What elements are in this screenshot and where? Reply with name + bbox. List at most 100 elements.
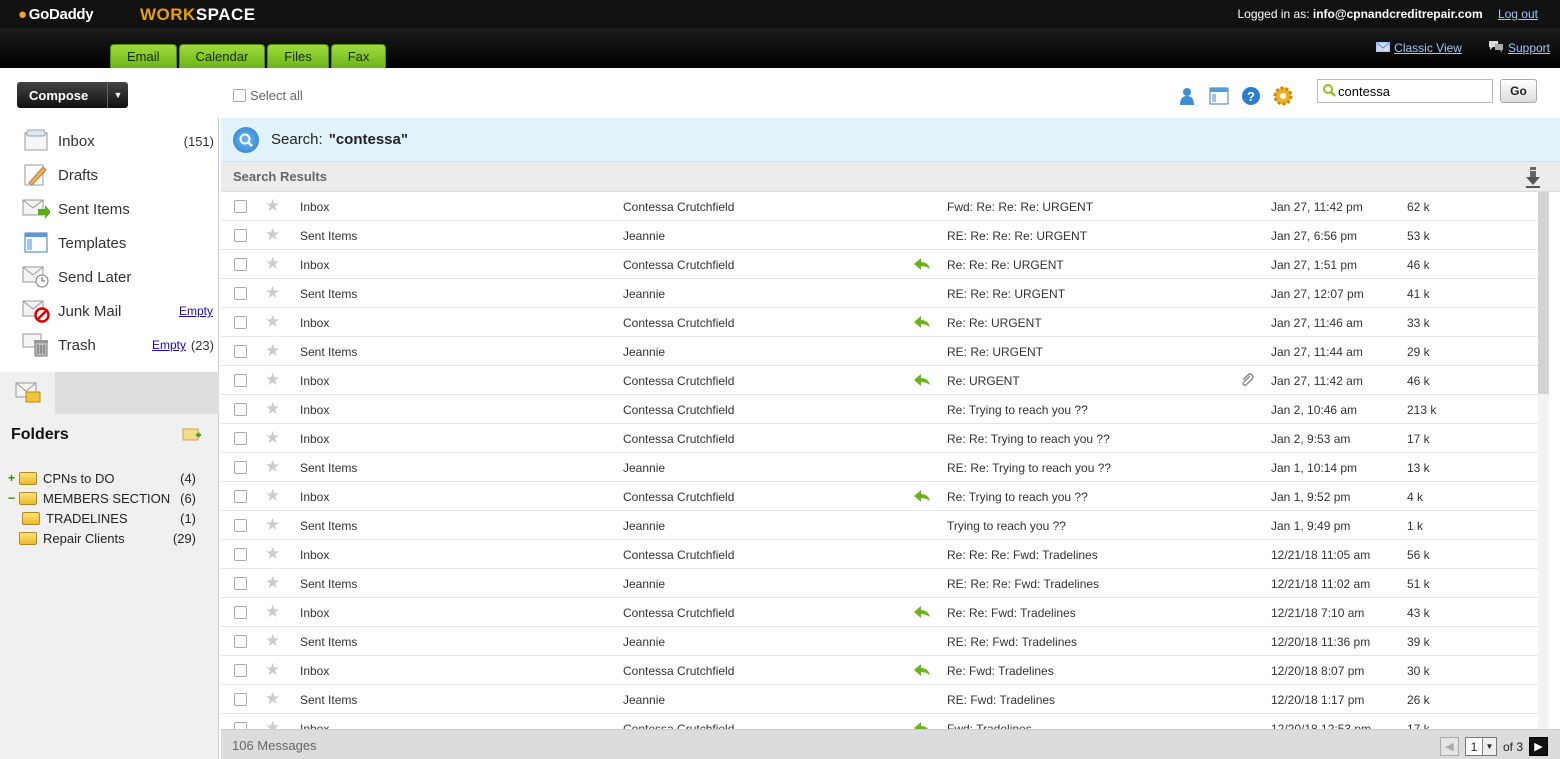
compose-button[interactable]: Compose ▼ — [17, 82, 128, 108]
contacts-icon[interactable] — [1176, 85, 1198, 107]
row-checkbox[interactable] — [234, 664, 247, 677]
star-icon[interactable]: ★ — [265, 225, 280, 245]
empty-folder-link[interactable]: Empty — [152, 338, 186, 352]
folder-item[interactable]: Repair Clients (29) — [8, 528, 208, 548]
message-row[interactable]: ★ Sent Items Jeannie RE: Re: URGENT Jan 27, … — [221, 337, 1549, 366]
message-row[interactable]: ★ Sent Items Jeannie Trying to reach you ??… — [221, 511, 1549, 540]
add-folder-icon[interactable] — [182, 426, 202, 445]
star-icon[interactable]: ★ — [265, 718, 280, 729]
star-icon[interactable]: ★ — [265, 370, 280, 390]
help-icon[interactable]: ? — [1240, 85, 1262, 107]
tab-calendar[interactable]: Calendar — [178, 44, 266, 68]
sidebar-item-junk-mail[interactable]: Junk Mail Empty — [0, 294, 218, 328]
folder-item[interactable]: + CPNs to DO (4) — [8, 468, 208, 488]
row-checkbox[interactable] — [234, 519, 247, 532]
message-row[interactable]: ★ Inbox Contessa Crutchfield Re: Re: Re: UR… — [221, 250, 1549, 279]
star-icon[interactable]: ★ — [265, 428, 280, 448]
message-row[interactable]: ★ Inbox Contessa Crutchfield Re: URGENT Jan … — [221, 366, 1549, 395]
star-icon[interactable]: ★ — [265, 254, 280, 274]
classic-view-link[interactable]: Classic View — [1376, 40, 1462, 55]
search-input[interactable] — [1338, 83, 1488, 99]
message-row[interactable]: ★ Inbox Contessa Crutchfield Re: Trying to … — [221, 482, 1549, 511]
tab-files[interactable]: Files — [267, 44, 329, 68]
compose-dropdown-icon[interactable]: ▼ — [107, 82, 128, 108]
row-checkbox[interactable] — [234, 345, 247, 358]
star-icon[interactable]: ★ — [265, 515, 280, 535]
select-all-checkbox[interactable] — [233, 89, 246, 102]
folder-toggle-icon[interactable]: − — [8, 491, 19, 505]
star-icon[interactable]: ★ — [265, 312, 280, 332]
prev-page-button[interactable]: ◀ — [1439, 737, 1459, 756]
scrollbar-thumb[interactable] — [1538, 192, 1549, 394]
row-checkbox[interactable] — [234, 374, 247, 387]
folder-item[interactable]: TRADELINES (1) — [8, 508, 208, 528]
row-checkbox[interactable] — [234, 577, 247, 590]
row-checkbox[interactable] — [234, 693, 247, 706]
empty-folder-link[interactable]: Empty — [179, 304, 213, 318]
row-checkbox[interactable] — [234, 316, 247, 329]
star-icon[interactable]: ★ — [265, 196, 280, 216]
row-checkbox[interactable] — [234, 548, 247, 561]
message-row[interactable]: ★ Inbox Contessa Crutchfield Fwd: Re: Re: R… — [221, 192, 1549, 221]
message-date: Jan 1, 10:14 pm — [1271, 461, 1358, 475]
page-select[interactable]: 1 ▼ — [1464, 737, 1497, 756]
folder-toggle-icon[interactable]: + — [8, 471, 19, 485]
message-row[interactable]: ★ Sent Items Jeannie RE: Re: Re: URGENT Jan … — [221, 279, 1549, 308]
row-checkbox[interactable] — [234, 287, 247, 300]
message-row[interactable]: ★ Inbox Contessa Crutchfield Re: Trying to … — [221, 395, 1549, 424]
row-checkbox[interactable] — [234, 461, 247, 474]
star-icon[interactable]: ★ — [265, 399, 280, 419]
row-checkbox[interactable] — [234, 606, 247, 619]
message-row[interactable]: ★ Inbox Contessa Crutchfield Re: Fwd: Trade… — [221, 656, 1549, 685]
select-all[interactable]: Select all — [233, 88, 303, 103]
sidebar-item-trash[interactable]: Trash Empty (23) — [0, 328, 218, 362]
row-checkbox[interactable] — [234, 635, 247, 648]
message-row[interactable]: ★ Inbox Contessa Crutchfield Fwd: Tradeline… — [221, 714, 1549, 729]
row-checkbox[interactable] — [234, 490, 247, 503]
download-arrow-icon[interactable] — [1524, 166, 1542, 191]
layout-icon[interactable] — [1208, 85, 1230, 107]
folders-tab[interactable] — [0, 372, 55, 414]
row-checkbox[interactable] — [234, 432, 247, 445]
settings-icon[interactable] — [1272, 85, 1294, 107]
next-page-button[interactable]: ▶ — [1529, 737, 1548, 756]
row-checkbox[interactable] — [234, 403, 247, 416]
search-field[interactable] — [1317, 79, 1493, 103]
star-icon[interactable]: ★ — [265, 631, 280, 651]
sidebar-item-send-later[interactable]: Send Later — [0, 260, 218, 294]
star-icon[interactable]: ★ — [265, 341, 280, 361]
sidebar-item-templates[interactable]: Templates — [0, 226, 218, 260]
support-link[interactable]: Support — [1488, 40, 1550, 55]
sidebar-item-inbox[interactable]: Inbox (151) — [0, 124, 218, 158]
star-icon[interactable]: ★ — [265, 486, 280, 506]
star-icon[interactable]: ★ — [265, 660, 280, 680]
sidebar-item-drafts[interactable]: Drafts — [0, 158, 218, 192]
star-icon[interactable]: ★ — [265, 689, 280, 709]
go-button[interactable]: Go — [1500, 79, 1537, 103]
row-checkbox[interactable] — [234, 722, 247, 729]
tab-email[interactable]: Email — [110, 44, 177, 68]
message-row[interactable]: ★ Sent Items Jeannie RE: Fwd: Tradelines 12/… — [221, 685, 1549, 714]
vertical-scrollbar[interactable] — [1538, 192, 1549, 729]
star-icon[interactable]: ★ — [265, 573, 280, 593]
message-row[interactable]: ★ Inbox Contessa Crutchfield Re: Re: Re: Fw… — [221, 540, 1549, 569]
row-checkbox[interactable] — [234, 200, 247, 213]
message-row[interactable]: ★ Inbox Contessa Crutchfield Re: Re: URGENT… — [221, 308, 1549, 337]
star-icon[interactable]: ★ — [265, 602, 280, 622]
message-row[interactable]: ★ Sent Items Jeannie RE: Re: Fwd: Tradeline… — [221, 627, 1549, 656]
tab-fax[interactable]: Fax — [330, 44, 387, 68]
star-icon[interactable]: ★ — [265, 544, 280, 564]
message-row[interactable]: ★ Sent Items Jeannie RE: Re: Re: Fwd: Trade… — [221, 569, 1549, 598]
message-row[interactable]: ★ Sent Items Jeannie RE: Re: Re: Re: URGENT… — [221, 221, 1549, 250]
sidebar-item-sent-items[interactable]: Sent Items — [0, 192, 218, 226]
row-checkbox[interactable] — [234, 258, 247, 271]
folder-item[interactable]: − MEMBERS SECTION (6) — [8, 488, 208, 508]
message-row[interactable]: ★ Sent Items Jeannie RE: Re: Trying to reac… — [221, 453, 1549, 482]
star-icon[interactable]: ★ — [265, 457, 280, 477]
message-row[interactable]: ★ Inbox Contessa Crutchfield Re: Re: Trying… — [221, 424, 1549, 453]
logout-link[interactable]: Log out — [1498, 7, 1538, 21]
message-row[interactable]: ★ Inbox Contessa Crutchfield Re: Re: Fwd: T… — [221, 598, 1549, 627]
row-checkbox[interactable] — [234, 229, 247, 242]
star-icon[interactable]: ★ — [265, 283, 280, 303]
godaddy-logo[interactable]: ● GoDaddy — [18, 6, 94, 23]
